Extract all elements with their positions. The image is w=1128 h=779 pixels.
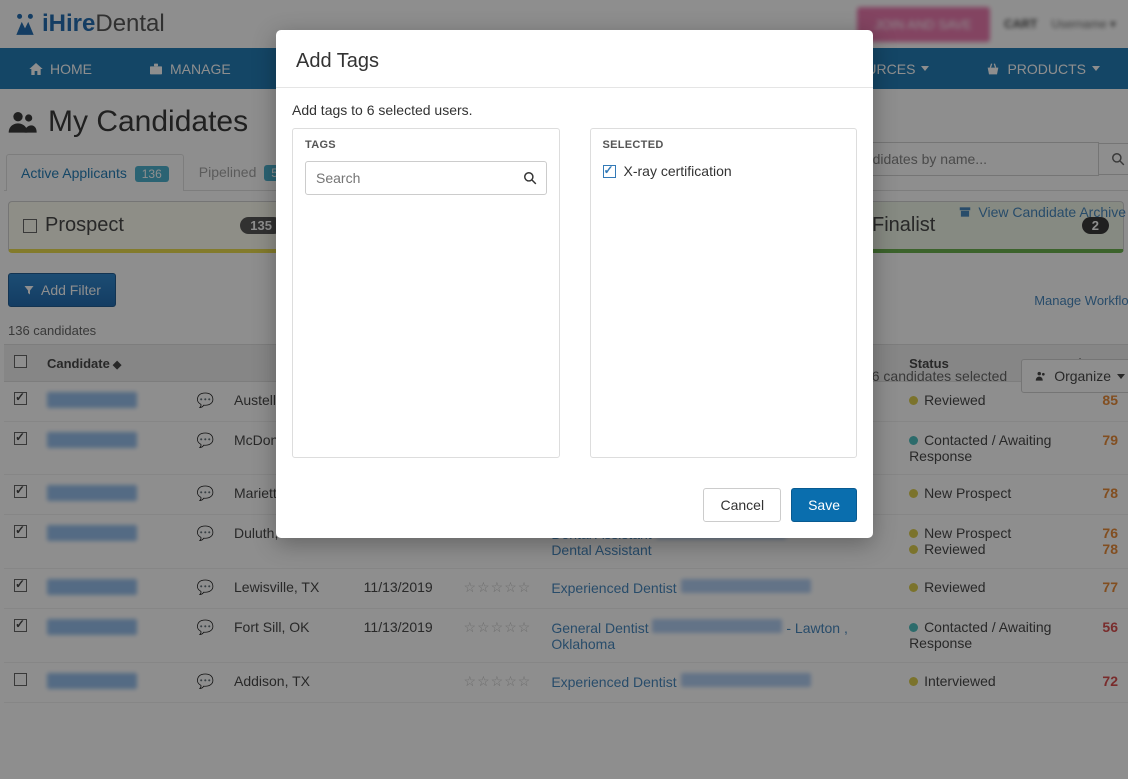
tags-panel: TAGS [292, 128, 560, 458]
tag-label: X-ray certification [624, 163, 732, 179]
tag-search-input[interactable] [305, 161, 547, 195]
search-icon[interactable] [523, 171, 537, 185]
modal-subtitle: Add tags to 6 selected users. [292, 102, 857, 118]
selected-heading: SELECTED [603, 139, 845, 151]
modal-title: Add Tags [296, 50, 853, 73]
selected-panel: SELECTED X-ray certification [590, 128, 858, 458]
save-button[interactable]: Save [791, 488, 857, 522]
modal-header: Add Tags [276, 30, 873, 88]
tags-heading: TAGS [305, 139, 547, 151]
tag-checkbox[interactable] [603, 165, 616, 178]
selected-tag-item[interactable]: X-ray certification [603, 161, 845, 181]
add-tags-modal: Add Tags Add tags to 6 selected users. T… [276, 30, 873, 538]
cancel-button[interactable]: Cancel [703, 488, 781, 522]
